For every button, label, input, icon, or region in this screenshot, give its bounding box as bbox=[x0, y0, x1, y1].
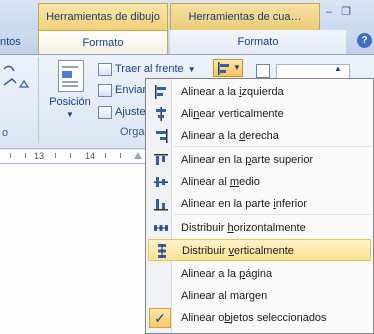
chevron-up-icon[interactable]: ▲ bbox=[334, 64, 342, 73]
align-center-icon bbox=[156, 107, 166, 121]
align-menu-items: Alinear a la izquierda Alinear verticalme… bbox=[146, 79, 373, 333]
menu-item-align-left[interactable]: Alinear a la izquierda bbox=[146, 81, 373, 103]
menu-item-align-middle[interactable]: Alinear al medio bbox=[146, 171, 373, 193]
tab-formato-drawing[interactable]: Formato bbox=[38, 30, 168, 54]
menu-item-align-selected-objects[interactable]: ✓ Alinear objetos seleccionados bbox=[146, 307, 373, 329]
menu-item-align-right[interactable]: Alinear a la derecha bbox=[146, 125, 373, 147]
menu-item-label: Alinear a la derecha bbox=[181, 130, 279, 142]
checkmark-icon: ✓ bbox=[149, 308, 171, 328]
text-wrap-label: Ajuste bbox=[115, 106, 146, 118]
menu-item-label: Distribuir verticalmente bbox=[182, 245, 294, 257]
menu-item-label: Distribuir horizontalmente bbox=[181, 222, 306, 234]
send-back-icon bbox=[98, 83, 112, 97]
distribute-horizontal-icon bbox=[154, 225, 168, 231]
tab-formato-picture[interactable]: Formato bbox=[170, 30, 346, 54]
menu-item-label: Alinear objetos seleccionados bbox=[181, 312, 327, 324]
help-icon[interactable]: ? bbox=[357, 33, 372, 48]
shape-effects-icons[interactable] bbox=[2, 63, 32, 103]
tab-row: ntos Formato Formato bbox=[0, 30, 374, 55]
chevron-down-icon: ▼ bbox=[233, 63, 241, 72]
align-middle-icon bbox=[154, 177, 168, 187]
align-top-icon bbox=[154, 154, 168, 165]
send-to-back-button[interactable]: Enviar bbox=[98, 82, 146, 98]
menu-item-label: Alinear a la izquierda bbox=[181, 86, 284, 98]
menu-item-label: Alinear en la parte superior bbox=[181, 154, 314, 166]
ruler-label: 14 bbox=[85, 151, 96, 161]
position-icon bbox=[58, 60, 84, 92]
menu-item-align-center-vertical[interactable]: Alinear verticalmente bbox=[146, 103, 373, 125]
menu-item-label: Alinear a la página bbox=[181, 268, 273, 280]
minimize-button[interactable]: – bbox=[322, 6, 336, 18]
context-tab-drawing-tools: Herramientas de dibujo bbox=[38, 3, 168, 30]
menu-item-distribute-vertically[interactable]: Distribuir verticalmente bbox=[148, 239, 371, 261]
text-wrap-icon bbox=[98, 105, 112, 119]
menu-item-distribute-horizontally[interactable]: Distribuir horizontalmente bbox=[146, 217, 373, 239]
text-wrap-button[interactable]: Ajuste bbox=[98, 104, 146, 120]
indent-marker[interactable] bbox=[134, 152, 142, 159]
restore-button[interactable]: ❐ bbox=[339, 6, 353, 18]
context-tab-picture-tools: Herramientas de cua… bbox=[170, 3, 320, 30]
tab-partial-left[interactable]: ntos bbox=[0, 30, 38, 54]
bring-front-icon bbox=[98, 62, 112, 76]
menu-item-label: Alinear verticalmente bbox=[181, 108, 284, 120]
menu-item-label: Alinear al margen bbox=[181, 290, 268, 302]
align-dropdown-button[interactable]: ▼ bbox=[213, 59, 243, 77]
group-label-organize: Orga bbox=[120, 126, 145, 138]
menu-item-label: Alinear al medio bbox=[181, 176, 260, 188]
bring-front-label: Traer al frente bbox=[115, 63, 184, 75]
menu-item-align-to-margin[interactable]: Alinear al margen bbox=[146, 285, 373, 307]
position-label: Posición bbox=[49, 96, 91, 108]
align-left-icon bbox=[155, 85, 166, 99]
chevron-down-icon: ▼ bbox=[66, 110, 74, 119]
group-label-left: o bbox=[2, 127, 9, 139]
distribute-vertical-icon bbox=[158, 244, 166, 258]
size-icon bbox=[256, 64, 270, 78]
align-right-icon bbox=[156, 129, 168, 143]
menu-item-align-bottom[interactable]: Alinear en la parte inferior bbox=[146, 193, 373, 215]
menu-item-align-to-page[interactable]: Alinear a la página bbox=[146, 263, 373, 285]
menu-item-label: Alinear en la parte inferior bbox=[181, 198, 307, 210]
align-icon bbox=[218, 62, 229, 75]
ruler-label: 13 bbox=[34, 151, 45, 161]
align-bottom-icon bbox=[154, 199, 168, 211]
chevron-down-icon: ▼ bbox=[187, 65, 196, 74]
ribbon-group-left: o bbox=[0, 57, 39, 143]
menu-item-align-top[interactable]: Alinear en la parte superior bbox=[146, 149, 373, 171]
bring-to-front-button[interactable]: Traer al frente ▼ bbox=[98, 61, 196, 77]
send-back-label: Enviar bbox=[115, 84, 147, 96]
